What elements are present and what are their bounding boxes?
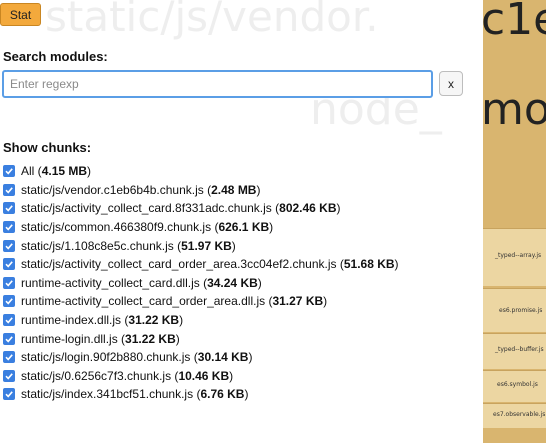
- chunk-row[interactable]: runtime-activity_collect_card.dll.js (34…: [3, 274, 481, 293]
- clear-search-button[interactable]: x: [439, 71, 463, 96]
- treemap-label: es7.observable.js: [493, 411, 546, 418]
- chunk-name: static/js/vendor.c1eb6b4b.chunk.js: [21, 182, 204, 197]
- chunk-size: 34.24 KB: [207, 275, 258, 290]
- chunk-row[interactable]: static/js/activity_collect_card_order_ar…: [3, 255, 481, 274]
- show-chunks-label: Show chunks:: [3, 140, 92, 155]
- checkbox[interactable]: [3, 295, 15, 308]
- chunk-size: 30.14 KB: [197, 350, 249, 365]
- chunk-size: 31.27 KB: [272, 294, 324, 309]
- checkbox[interactable]: [3, 314, 15, 327]
- chunk-list: All (4.15 MB) static/js/vendor.c1eb6b4b.…: [3, 162, 481, 404]
- chunk-row[interactable]: static/js/vendor.c1eb6b4b.chunk.js (2.48…: [3, 181, 481, 200]
- chunk-name: All: [21, 164, 35, 179]
- chunk-row[interactable]: static/js/login.90f2b880.chunk.js (30.14…: [3, 348, 481, 367]
- chunk-name: static/js/activity_collect_card_order_ar…: [21, 257, 337, 272]
- stat-button[interactable]: Stat: [0, 3, 41, 26]
- chunk-size: 51.68 KB: [343, 257, 395, 272]
- chunk-name: runtime-index.dll.js: [21, 313, 122, 328]
- chunk-name: runtime-activity_collect_card.dll.js: [21, 275, 200, 290]
- chunk-name: static/js/index.341bcf51.chunk.js: [21, 387, 194, 402]
- checkbox[interactable]: [3, 369, 15, 382]
- chunk-size: 2.48 MB: [211, 182, 257, 197]
- chunk-size: 802.46 KB: [279, 201, 337, 216]
- sidebar-panel: Stat Search modules: x Show chunks: All …: [0, 0, 483, 443]
- checkbox[interactable]: [3, 202, 15, 215]
- chunk-row[interactable]: runtime-activity_collect_card_order_area…: [3, 292, 481, 311]
- treemap-label: es6.symbol.js: [497, 381, 538, 388]
- treemap-label: _typed--array.js: [495, 252, 542, 259]
- checkbox[interactable]: [3, 221, 15, 234]
- checkbox[interactable]: [3, 351, 15, 364]
- chunk-size: 4.15 MB: [41, 164, 88, 179]
- chunk-size: 626.1 KB: [218, 220, 270, 235]
- search-input[interactable]: [2, 70, 433, 98]
- checkbox[interactable]: [3, 388, 15, 401]
- chunk-row[interactable]: static/js/0.6256c7f3.chunk.js (10.46 KB): [3, 367, 481, 386]
- checkbox[interactable]: [3, 183, 15, 196]
- chunk-name: static/js/1.108c8e5c.chunk.js: [21, 238, 174, 253]
- search-modules-label: Search modules:: [3, 49, 108, 64]
- checkbox[interactable]: [3, 258, 15, 271]
- chunk-name: static/js/login.90f2b880.chunk.js: [21, 350, 191, 365]
- treemap-label: es6.promise.js: [499, 307, 543, 314]
- chunk-name: static/js/common.466380f9.chunk.js: [21, 220, 212, 235]
- chunk-row[interactable]: All (4.15 MB): [3, 162, 481, 181]
- chunk-row[interactable]: runtime-index.dll.js (31.22 KB): [3, 311, 481, 330]
- chunk-row[interactable]: static/js/common.466380f9.chunk.js (626.…: [3, 218, 481, 237]
- chunk-size: 10.46 KB: [178, 368, 230, 383]
- chunk-row[interactable]: static/js/activity_collect_card.8f331adc…: [3, 199, 481, 218]
- chunk-size: 6.76 KB: [200, 387, 245, 402]
- chunk-row[interactable]: static/js/index.341bcf51.chunk.js (6.76 …: [3, 385, 481, 404]
- treemap-label-vendor: c1e: [483, 0, 546, 45]
- treemap-label: _typed--buffer.js: [495, 346, 544, 353]
- checkbox[interactable]: [3, 165, 15, 178]
- chunk-name: runtime-login.dll.js: [21, 331, 118, 346]
- chunk-row[interactable]: static/js/1.108c8e5c.chunk.js (51.97 KB): [3, 236, 481, 255]
- chunk-size: 31.22 KB: [125, 331, 176, 346]
- chunk-name: static/js/0.6256c7f3.chunk.js: [21, 368, 172, 383]
- chunk-size: 51.97 KB: [181, 238, 232, 253]
- chunk-size: 31.22 KB: [128, 313, 180, 328]
- checkbox[interactable]: [3, 239, 15, 252]
- treemap-label-node-modules: mo: [483, 84, 546, 135]
- chunk-row[interactable]: runtime-login.dll.js (31.22 KB): [3, 329, 481, 348]
- checkbox[interactable]: [3, 276, 15, 289]
- chunk-name: static/js/activity_collect_card.8f331adc…: [21, 201, 272, 216]
- checkbox[interactable]: [3, 332, 15, 345]
- chunk-name: runtime-activity_collect_card_order_area…: [21, 294, 266, 309]
- treemap-panel[interactable]: c1e mo _typed--array.js es6.promise.js _…: [483, 0, 546, 443]
